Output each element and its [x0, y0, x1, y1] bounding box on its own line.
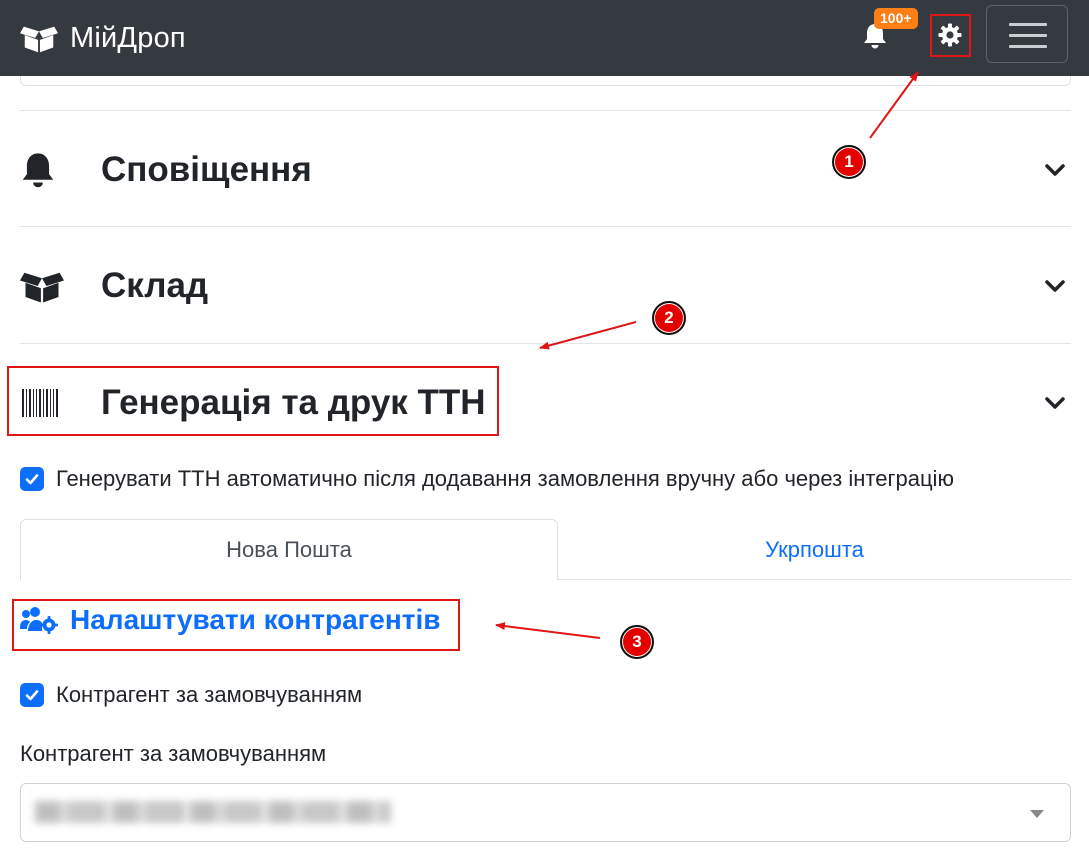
menu-toggle-button[interactable] [986, 5, 1068, 63]
brand-link[interactable]: МійДроп [20, 18, 186, 58]
arrow-3 [495, 622, 601, 639]
tabs-baseline [557, 579, 1071, 580]
divider [20, 226, 1071, 227]
step-marker-3: 3 [620, 625, 654, 659]
highlight-configure-link [12, 599, 460, 651]
carrier-tabs: Нова Пошта Укрпошта [20, 519, 1071, 580]
contractor-field-label: Контрагент за замовчуванням [20, 741, 327, 766]
step-marker-1: 1 [832, 145, 866, 179]
hamburger-icon-line [1009, 34, 1047, 37]
brand-name: МійДроп [70, 21, 186, 54]
highlight-ttn-section [7, 366, 499, 436]
default-contractor-row: Контрагент за замовчуванням [20, 682, 362, 708]
section-warehouse[interactable]: Склад [20, 256, 1071, 316]
caret-down-icon [1030, 810, 1044, 818]
section-title: Склад [101, 266, 209, 305]
divider [20, 343, 1071, 344]
chevron-down-icon [1045, 280, 1065, 292]
auto-generate-row: Генерувати ТТН автоматично після додаван… [20, 466, 954, 492]
auto-generate-label: Генерувати ТТН автоматично після додаван… [56, 466, 954, 491]
default-contractor-checkbox[interactable] [20, 683, 44, 707]
section-title: Сповіщення [101, 150, 312, 189]
tab-nova-poshta[interactable]: Нова Пошта [20, 519, 558, 580]
step-marker-2: 2 [652, 301, 686, 335]
hamburger-icon [1009, 23, 1047, 26]
hamburger-icon-line [1009, 45, 1047, 48]
top-navbar: МійДроп 100+ [0, 0, 1089, 76]
checkmark-icon [25, 690, 39, 701]
notifications-badge: 100+ [874, 8, 918, 29]
bell-icon [20, 148, 64, 192]
auto-generate-checkbox[interactable] [20, 467, 44, 491]
highlight-settings [930, 14, 971, 57]
box-open-icon [20, 264, 64, 308]
arrow-2 [539, 321, 637, 350]
divider [20, 110, 1071, 111]
contractor-select[interactable] [20, 783, 1071, 842]
chevron-down-icon [1045, 397, 1065, 409]
section-notifications[interactable]: Сповіщення [20, 140, 1071, 200]
chevron-down-icon [1045, 164, 1065, 176]
contractor-value-blurred [35, 801, 391, 823]
default-contractor-label: Контрагент за замовчуванням [56, 682, 363, 707]
tab-ukrposhta[interactable]: Укрпошта [558, 519, 1071, 580]
box-open-icon [20, 26, 58, 53]
checkmark-icon [25, 474, 39, 485]
